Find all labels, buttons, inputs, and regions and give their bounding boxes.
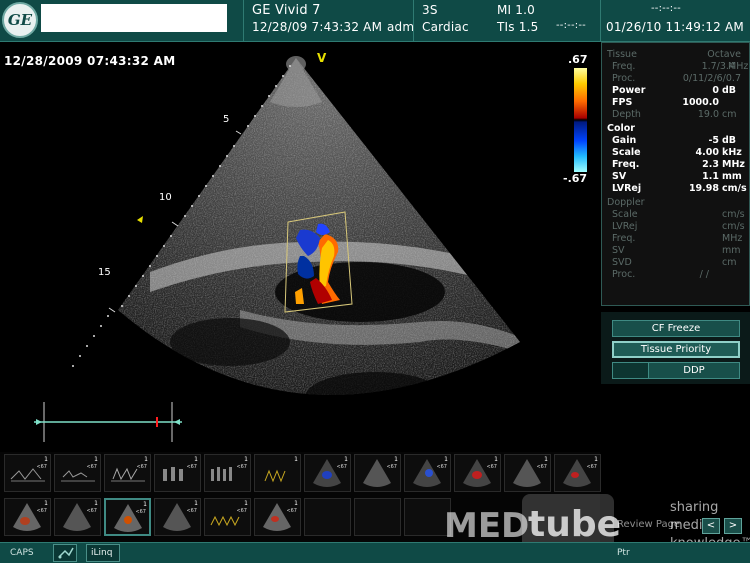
param-row: Freq. MHz <box>612 233 743 244</box>
focus-marker-icon <box>137 216 143 223</box>
thumbnail[interactable]: 1 <67 <box>254 498 301 536</box>
placeholder-time-2: --:--:-- <box>651 3 681 14</box>
cf-freeze-button[interactable]: CF Freeze <box>612 320 740 337</box>
exam-datetime: 12/28/09 7:43:32 AM <box>252 20 383 34</box>
current-datetime: 01/26/10 11:49:12 AM <box>606 20 744 34</box>
echo-sector-image <box>34 56 520 442</box>
application: Cardiac <box>422 20 469 34</box>
param-row: Proc. / / <box>612 269 709 280</box>
placeholder-time: --:--:-- <box>556 20 586 31</box>
color-scale-bar <box>574 68 587 172</box>
thumbnail[interactable]: 1 <67 <box>304 454 351 492</box>
mode-buttons-panel: CF Freeze Tissue Priority DDP <box>601 312 750 384</box>
watermark-brand-left: MED <box>444 506 530 546</box>
param-row: Freq. 1.7/3.4 MHz <box>612 61 749 72</box>
param-row: Scale cm/s <box>612 209 745 220</box>
mi-value: MI 1.0 <box>497 3 535 17</box>
param-row: Freq. 2.3 MHz <box>612 159 745 170</box>
doppler-header: Doppler <box>607 197 645 208</box>
ecg-timeline <box>34 402 182 442</box>
depth-label-10: 10 <box>159 192 172 203</box>
depth-label-15: 15 <box>98 267 111 278</box>
tool-icon[interactable] <box>53 544 77 562</box>
param-row: FPS 1000.0 <box>612 97 719 108</box>
thumbnail-empty <box>354 498 401 536</box>
top-status-bar: GE GE Vivid 7 12/28/09 7:43:32 AM adm 3S… <box>0 0 750 42</box>
color-scale-min: -.67 <box>563 172 588 185</box>
tissue-header: Tissue Octave <box>607 49 741 60</box>
thumbnail[interactable]: 1 <67 <box>154 498 201 536</box>
thumbnail[interactable]: 1 <67 <box>454 454 501 492</box>
param-row: Depth 19.0 cm <box>612 109 737 120</box>
ddp-button[interactable]: DDP <box>612 362 740 379</box>
thumbnail[interactable]: 1 <67 <box>104 454 151 492</box>
param-row: Scale 4.00 kHz <box>612 147 742 158</box>
system-name: GE Vivid 7 <box>252 3 321 18</box>
caps-indicator: CAPS <box>10 548 34 558</box>
image-timestamp: 12/28/2009 07:43:32 AM <box>4 54 176 68</box>
thumbnail[interactable]: 1 <67 <box>404 454 451 492</box>
ddp-indicator <box>613 363 649 378</box>
watermark-tagline: sharing <box>670 500 719 515</box>
param-row: LVRej cm/s <box>612 221 745 232</box>
thumbnail[interactable]: 1 <67 <box>554 454 601 492</box>
ultrasound-image-area[interactable]: 12/28/2009 07:43:32 AM V 5 10 15 .67 -.6… <box>0 42 600 452</box>
patient-name-box <box>41 4 227 32</box>
thumbnail[interactable]: 1 <box>254 454 301 492</box>
thumbnail[interactable]: 1 <67 <box>4 498 51 536</box>
prev-page-button[interactable]: < <box>702 518 720 534</box>
thumbnail[interactable]: 1 <67 <box>4 454 51 492</box>
thumbnail[interactable]: 1 <67 <box>504 454 551 492</box>
color-scale-max: .67 <box>568 53 588 66</box>
param-row: SV mm <box>612 245 741 256</box>
pointer-indicator: Ptr <box>617 548 630 558</box>
param-row: Power 0 dB <box>612 85 737 96</box>
next-page-button[interactable]: > <box>724 518 742 534</box>
color-header: Color <box>607 123 635 134</box>
acquisition-parameters-panel: Tissue Octave Freq. 1.7/3.4 MHz Proc. 0/11/… <box>601 42 750 306</box>
param-row: Proc. 0/11/2/6/0.7 <box>612 73 741 84</box>
ge-logo-icon: GE <box>2 2 38 38</box>
param-row: SV 1.1 mm <box>612 171 742 182</box>
thumbnail-selected[interactable]: 1 <67 <box>104 498 151 536</box>
param-row: LVRej 19.98 cm/s <box>612 183 747 194</box>
thumbnail[interactable]: 1 <67 <box>54 498 101 536</box>
tissue-priority-button[interactable]: Tissue Priority <box>612 341 740 358</box>
depth-label-5: 5 <box>223 114 230 125</box>
thumbnail[interactable]: 1 <67 <box>154 454 201 492</box>
bottom-status-bar: CAPS iLinq Ptr <box>0 542 750 563</box>
param-row: SVD cm <box>612 257 737 268</box>
watermark-brand-right: tube <box>528 504 622 545</box>
thumbnail[interactable]: 1 <67 <box>204 454 251 492</box>
thumbnail[interactable]: 1 <67 <box>204 498 251 536</box>
probe-name: 3S <box>422 3 438 17</box>
review-page-label: Review Page <box>617 519 681 530</box>
orientation-marker: V <box>317 51 327 65</box>
operator: adm <box>387 20 415 34</box>
thumbnail[interactable]: 1 <67 <box>54 454 101 492</box>
thumbnail[interactable]: 1 <67 <box>354 454 401 492</box>
tis-value: TIs 1.5 <box>497 20 539 34</box>
ilinq-button[interactable]: iLinq <box>86 544 120 562</box>
thumbnail-empty <box>304 498 351 536</box>
param-row: Gain -5 dB <box>612 135 737 146</box>
